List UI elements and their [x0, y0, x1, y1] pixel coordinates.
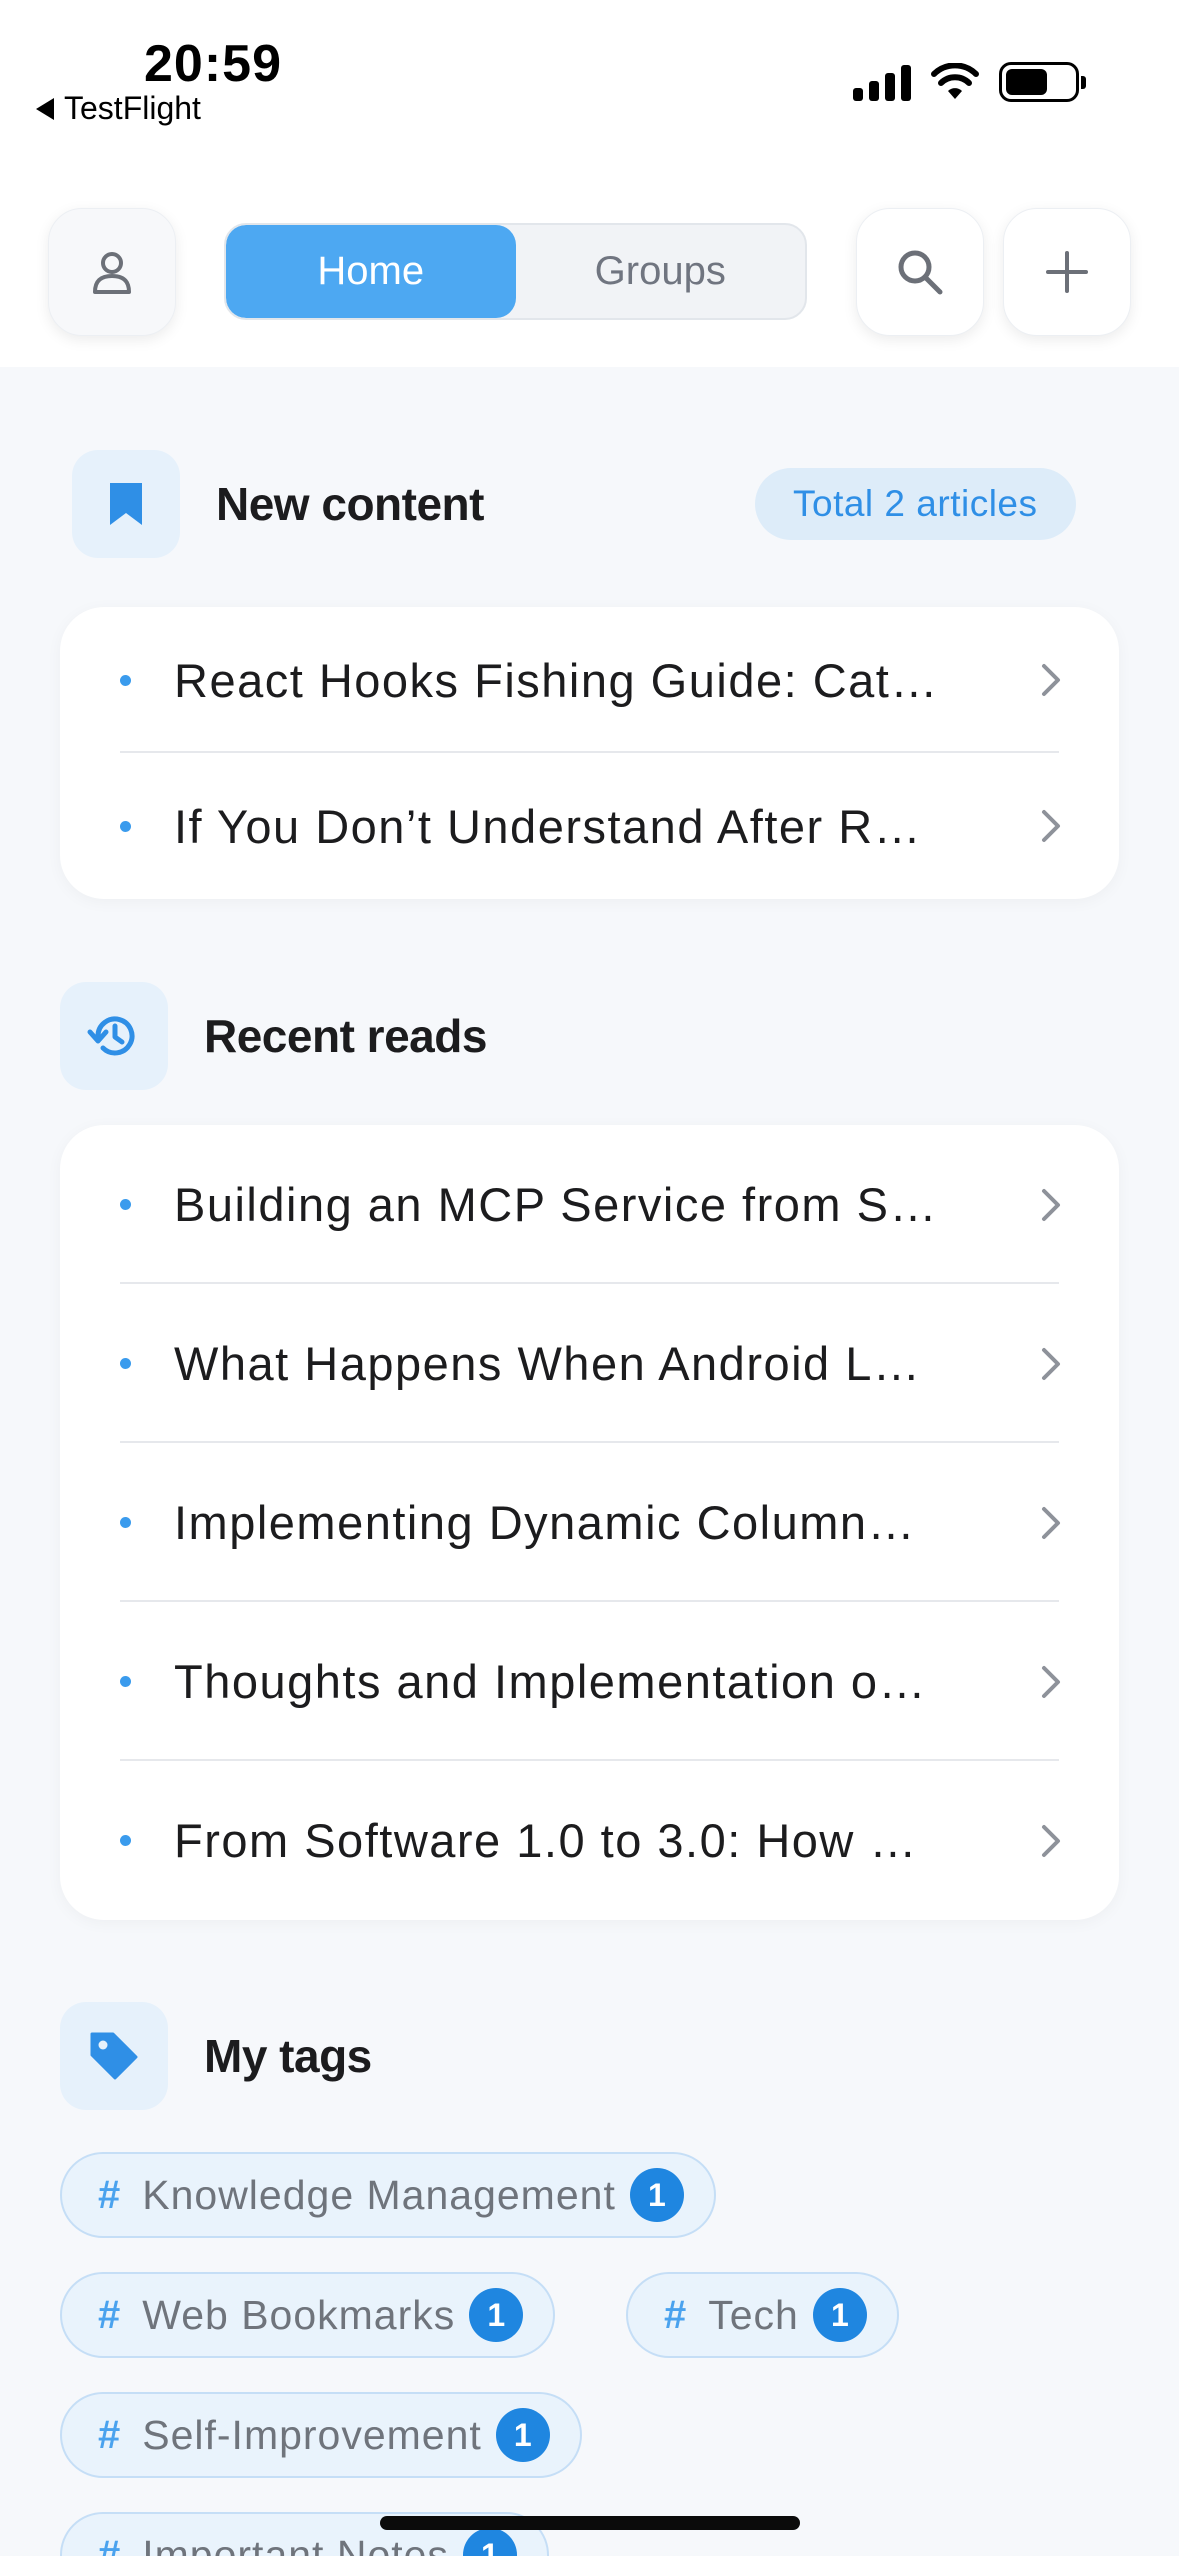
bullet-icon	[120, 1358, 131, 1369]
recent-reads-list: Building an MCP Service from S… What Hap…	[60, 1125, 1119, 1920]
app-screen: 20:59 TestFlight Home Groups New content…	[0, 0, 1179, 2556]
article-title: Implementing Dynamic Column…	[174, 1496, 917, 1549]
person-icon	[93, 252, 131, 294]
search-icon	[898, 250, 943, 295]
article-title: What Happens When Android L…	[174, 1337, 922, 1390]
signal-icon	[853, 63, 911, 101]
bullet-icon	[120, 1676, 131, 1687]
back-to-app-link[interactable]: TestFlight	[36, 90, 201, 127]
tag-count-badge: 1	[462, 2528, 517, 2556]
tab-home[interactable]: Home	[226, 225, 516, 318]
article-title: React Hooks Fishing Guide: Cat…	[174, 653, 939, 707]
tag-chip[interactable]: # Tech 1	[626, 2272, 899, 2358]
hash-icon: #	[98, 2532, 121, 2556]
list-item[interactable]: What Happens When Android L…	[60, 1284, 1119, 1443]
list-item[interactable]: React Hooks Fishing Guide: Cat…	[60, 607, 1119, 753]
tag-label: Knowledge Management	[142, 2171, 616, 2218]
plus-icon	[1046, 251, 1088, 293]
list-item[interactable]: If You Don’t Understand After R…	[60, 753, 1119, 899]
tag-icon	[60, 2002, 168, 2110]
tag-chip[interactable]: # Knowledge Management 1	[60, 2152, 716, 2238]
article-title: If You Don’t Understand After R…	[174, 799, 923, 853]
tag-label: Tech	[708, 2291, 799, 2338]
history-icon	[60, 982, 168, 1090]
tag-count-badge: 1	[812, 2288, 867, 2342]
wifi-icon	[931, 63, 979, 99]
chevron-right-icon	[1033, 1664, 1069, 1700]
back-arrow-icon	[36, 97, 54, 120]
section-title: My tags	[204, 2030, 372, 2082]
hash-icon: #	[98, 2292, 121, 2337]
back-app-label: TestFlight	[64, 90, 201, 126]
bookmark-icon	[72, 450, 180, 558]
article-title: Building an MCP Service from S…	[174, 1178, 938, 1231]
chevron-right-icon	[1033, 808, 1069, 844]
top-toolbar: Home Groups	[0, 175, 1179, 367]
tag-chip[interactable]: # Web Bookmarks 1	[60, 2272, 556, 2358]
article-title: From Software 1.0 to 3.0: How …	[174, 1814, 918, 1867]
bullet-icon	[120, 820, 131, 832]
list-item[interactable]: Thoughts and Implementation o…	[60, 1602, 1119, 1761]
tag-count-badge: 1	[495, 2408, 550, 2462]
chevron-right-icon	[1033, 1346, 1069, 1382]
tab-groups[interactable]: Groups	[516, 225, 806, 318]
search-button[interactable]	[856, 208, 984, 336]
status-bar: 20:59 TestFlight	[0, 0, 1179, 175]
hash-icon: #	[98, 2172, 121, 2217]
tag-label: Important Notes	[142, 2531, 449, 2556]
chevron-right-icon	[1033, 1505, 1069, 1541]
profile-button[interactable]	[48, 208, 176, 336]
battery-icon	[999, 62, 1086, 102]
total-articles-badge: Total 2 articles	[755, 468, 1076, 540]
add-button[interactable]	[1003, 208, 1131, 336]
bullet-icon	[120, 1517, 131, 1528]
recent-reads-header: Recent reads	[60, 982, 487, 1090]
chevron-right-icon	[1033, 1823, 1069, 1859]
section-title: Recent reads	[204, 1010, 487, 1062]
tag-label: Self-Improvement	[142, 2411, 482, 2458]
new-content-list: React Hooks Fishing Guide: Cat… If You D…	[60, 607, 1119, 899]
my-tags-header: My tags	[60, 2002, 372, 2110]
list-item[interactable]: From Software 1.0 to 3.0: How …	[60, 1761, 1119, 1920]
status-icons	[853, 62, 1086, 102]
chevron-right-icon	[1033, 1187, 1069, 1223]
bullet-icon	[120, 674, 131, 686]
article-title: Thoughts and Implementation o…	[174, 1655, 928, 1708]
tag-label: Web Bookmarks	[142, 2291, 456, 2338]
hash-icon: #	[664, 2292, 687, 2337]
tag-count-badge: 1	[469, 2288, 524, 2342]
home-indicator[interactable]	[380, 2516, 800, 2530]
new-content-header: New content	[72, 450, 484, 558]
list-item[interactable]: Building an MCP Service from S…	[60, 1125, 1119, 1284]
bullet-icon	[120, 1835, 131, 1846]
status-time: 20:59	[144, 35, 282, 93]
view-switcher: Home Groups	[224, 223, 807, 320]
section-title: New content	[216, 478, 484, 530]
tag-chip[interactable]: # Self-Improvement 1	[60, 2392, 582, 2478]
bullet-icon	[120, 1199, 131, 1210]
chevron-right-icon	[1033, 662, 1069, 698]
list-item[interactable]: Implementing Dynamic Column…	[60, 1443, 1119, 1602]
hash-icon: #	[98, 2412, 121, 2457]
tag-count-badge: 1	[629, 2168, 684, 2222]
